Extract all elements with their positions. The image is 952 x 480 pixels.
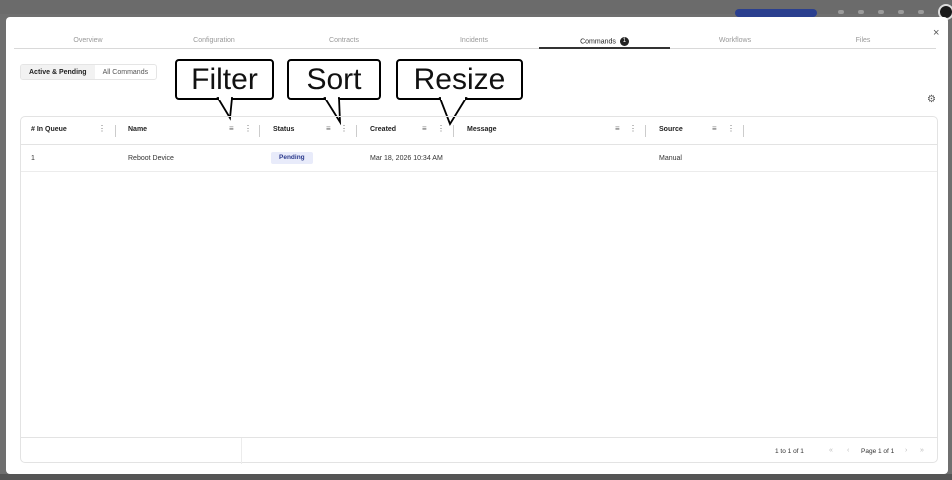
created-cell: Mar 18, 2026 10:34 AM (370, 155, 443, 162)
filter-callout-pointer (216, 97, 233, 121)
filter-callout-gap (219, 96, 231, 100)
table-row[interactable]: 1 Reboot Device Pending Mar 18, 2026 10:… (21, 145, 937, 172)
column-resize-handle[interactable] (259, 125, 260, 137)
status-badge: Pending (271, 152, 313, 164)
gear-icon[interactable]: ⚙ (927, 94, 936, 105)
footer-divider (241, 438, 242, 464)
column-header-queue[interactable]: # In Queue (31, 126, 67, 133)
row-count-text: 1 to 1 of 1 (775, 448, 804, 455)
source-cell: Manual (659, 155, 682, 162)
column-resize-handle[interactable] (356, 125, 357, 137)
filter-icon[interactable]: ≡ (615, 124, 620, 133)
column-menu-icon[interactable]: ⋮ (629, 124, 637, 133)
column-menu-icon[interactable]: ⋮ (437, 124, 445, 133)
column-menu-icon[interactable]: ⋮ (727, 124, 735, 133)
sort-callout-gap (326, 96, 338, 100)
filter-icon[interactable]: ≡ (326, 124, 331, 133)
page-indicator: Page 1 of 1 (861, 448, 895, 455)
column-resize-handle[interactable] (453, 125, 454, 137)
column-header-source[interactable]: Source (659, 126, 683, 133)
name-cell: Reboot Device (128, 155, 174, 162)
column-menu-icon[interactable]: ⋮ (340, 124, 348, 133)
last-page-icon[interactable]: » (920, 447, 924, 454)
column-resize-handle[interactable] (645, 125, 646, 137)
column-header-status[interactable]: Status (273, 126, 294, 133)
table-footer: 1 to 1 of 1 « ‹ Page 1 of 1 › » (21, 437, 937, 464)
window-bottom-bar (0, 474, 952, 480)
table-header: # In Queue ⋮ Name ≡ ⋮ Status ≡ ⋮ Created… (21, 117, 937, 145)
column-resize-handle[interactable] (115, 125, 116, 137)
next-page-icon[interactable]: › (905, 447, 907, 454)
previous-page-icon[interactable]: ‹ (847, 447, 849, 454)
column-resize-handle[interactable] (743, 125, 744, 137)
commands-table: # In Queue ⋮ Name ≡ ⋮ Status ≡ ⋮ Created… (20, 116, 938, 464)
resize-callout-gap (441, 96, 465, 100)
column-header-created[interactable]: Created (370, 126, 396, 133)
queue-cell: 1 (31, 155, 35, 162)
filter-icon[interactable]: ≡ (422, 124, 427, 133)
first-page-icon[interactable]: « (829, 447, 833, 454)
filter-icon[interactable]: ≡ (712, 124, 717, 133)
column-menu-icon[interactable]: ⋮ (98, 124, 106, 133)
column-menu-icon[interactable]: ⋮ (244, 124, 252, 133)
column-header-name[interactable]: Name (128, 126, 147, 133)
column-header-message[interactable]: Message (467, 126, 497, 133)
filter-icon[interactable]: ≡ (229, 124, 234, 133)
